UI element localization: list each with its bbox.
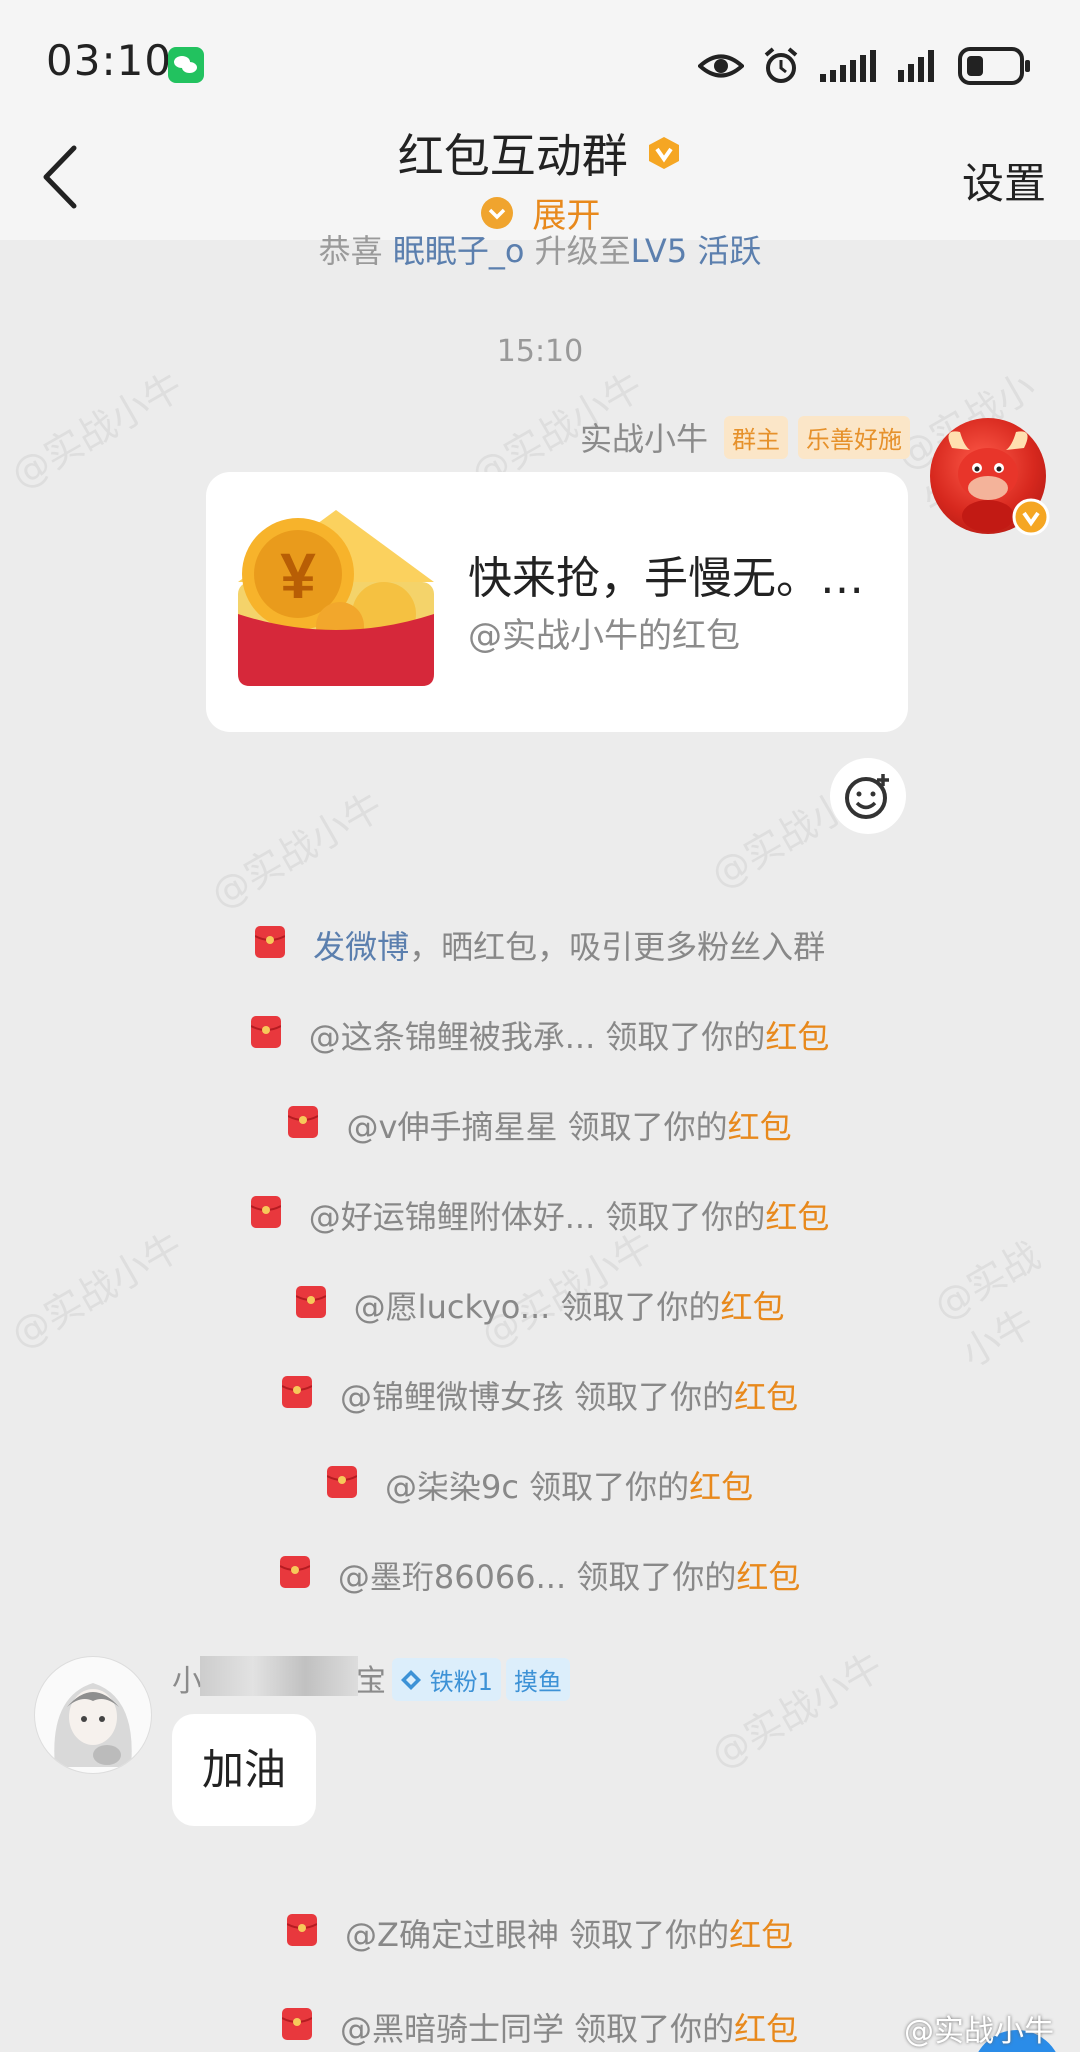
fan-level-tag: 铁粉1 [392, 1658, 501, 1701]
red-packet-title: 快来抢，手慢无。… [468, 553, 864, 604]
red-packet-mini-icon [326, 1466, 357, 1498]
red-packet-mini-icon [281, 2008, 312, 2040]
red-packet-mini-icon [295, 1286, 326, 1318]
red-packet-link[interactable]: 红包 [765, 1018, 829, 1056]
chat-screen: @实战小牛 @实战小牛 @实战小牛 @实战小牛 @实战小牛 @实战小牛 @实战小… [0, 0, 1080, 2052]
red-packet-link[interactable]: 红包 [729, 1916, 793, 1954]
member-name-end: 宝 [356, 1664, 386, 1699]
status-bar: 03:10 [0, 0, 1080, 120]
red-packet-mini-icon [288, 1106, 319, 1138]
system-line-text: @墨珩86066... 领取了你的 [337, 1558, 737, 1596]
system-line-text: @v伸手摘星星 领取了你的 [346, 1108, 728, 1146]
notice-level: LV5 活跃 [630, 232, 762, 270]
group-title: 红包互动群 [0, 120, 1080, 186]
system-line-text: @Z确定过眼神 领取了你的 [345, 1916, 730, 1954]
red-packet-icon: ¥ [238, 510, 434, 686]
signal-icon-1 [820, 50, 876, 82]
system-line-claim: @柒染9c 领取了你的红包 [0, 1462, 1080, 1508]
watermark-text: @实战小牛 [3, 363, 191, 498]
member-message-bubble[interactable]: 加油 [172, 1714, 317, 1826]
group-title-text: 红包互动群 [397, 129, 628, 183]
red-packet-link[interactable]: 红包 [689, 1468, 753, 1506]
chat-header: 红包互动群 展开 设置 [0, 120, 1080, 240]
wechat-notification-icon [168, 47, 204, 83]
system-line-claim: @好运锦鲤附体好... 领取了你的红包 [0, 1192, 1080, 1238]
verified-badge-icon [649, 137, 680, 169]
member-avatar[interactable] [34, 1656, 152, 1774]
system-line-text: @这条锦鲤被我承... 领取了你的 [308, 1018, 766, 1056]
red-packet-card[interactable]: ¥ 快来抢，手慢无。… @实战小牛的红包 [206, 472, 908, 732]
notice-prefix: 恭喜 [318, 232, 393, 270]
honor-tag: 乐善好施 [798, 415, 910, 459]
battery-icon [958, 47, 1030, 85]
owner-sender-line: 实战小牛 群主 乐善好施 [580, 414, 910, 460]
member-title-tag: 摸鱼 [506, 1658, 570, 1701]
level-up-notice: 恭喜 眠眠子_o 升级至LV5 活跃 [0, 226, 1080, 270]
notice-middle: 升级至 [524, 232, 631, 270]
signal-icon-2 [898, 50, 934, 82]
anime-girl-avatar-icon [54, 1683, 132, 1767]
red-packet-link[interactable]: 红包 [734, 2010, 798, 2048]
smile-plus-icon [845, 774, 889, 819]
system-line-claim: @锦鲤微博女孩 领取了你的红包 [0, 1372, 1080, 1418]
system-line-text: @黑暗骑士同学 领取了你的 [339, 2010, 735, 2048]
red-packet-link[interactable]: 红包 [765, 1198, 829, 1236]
red-packet-mini-icon [286, 1914, 317, 1946]
system-line-share: 发微博，晒红包，吸引更多粉丝入群 [0, 922, 1080, 968]
system-line-claim: @愿luckyo... 领取了你的红包 [0, 1282, 1080, 1328]
red-packet-subtitle: @实战小牛的红包 [468, 616, 740, 656]
notice-user[interactable]: 眠眠子_o [393, 232, 525, 270]
red-packet-link[interactable]: 红包 [736, 1558, 800, 1596]
red-packet-link[interactable]: 红包 [728, 1108, 792, 1146]
red-packet-mini-icon [281, 1376, 312, 1408]
message-timestamp: 15:10 [496, 334, 584, 369]
verified-badge-icon [1012, 498, 1050, 536]
chevron-down-icon [480, 196, 513, 229]
watermark-text: @实战小牛 [203, 783, 391, 918]
red-packet-mini-icon [279, 1556, 310, 1588]
diamond-icon [401, 1669, 421, 1690]
status-icons [698, 44, 1032, 88]
red-packet-link[interactable]: 红包 [720, 1288, 784, 1326]
red-packet-mini-icon [250, 1016, 281, 1048]
blurred-name-mask [200, 1656, 358, 1696]
red-packet-link[interactable]: 红包 [734, 1378, 798, 1416]
owner-name: 实战小牛 [579, 420, 708, 458]
system-line-text: @好运锦鲤附体好... 领取了你的 [308, 1198, 766, 1236]
red-packet-mini-icon [250, 1196, 281, 1228]
fan-level-label: 铁粉1 [429, 1668, 493, 1696]
post-weibo-link[interactable]: 发微博 [313, 928, 409, 966]
member-name-start: 小 [172, 1664, 202, 1699]
system-line-text: @柒染9c 领取了你的 [385, 1468, 690, 1506]
add-reaction-button[interactable] [830, 758, 906, 834]
system-line-claim: @这条锦鲤被我承... 领取了你的红包 [0, 1012, 1080, 1058]
system-line-text: ，晒红包，吸引更多粉丝入群 [409, 928, 826, 966]
system-line-text: @锦鲤微博女孩 领取了你的 [339, 1378, 735, 1416]
system-line-claim: @Z确定过眼神 领取了你的红包 [0, 1910, 1080, 1956]
system-line-text: @愿luckyo... 领取了你的 [353, 1288, 721, 1326]
watermark-text: @实战小牛 [703, 1643, 891, 1778]
svg-text:¥: ¥ [280, 540, 316, 612]
settings-button[interactable]: 设置 [962, 150, 1046, 211]
alarm-icon [764, 47, 798, 83]
role-tag-owner: 群主 [724, 415, 788, 459]
red-packet-mini-icon [254, 926, 285, 958]
system-line-claim: @墨珩86066... 领取了你的红包 [0, 1552, 1080, 1598]
system-line-claim: @v伸手摘星星 领取了你的红包 [0, 1102, 1080, 1148]
status-time: 03:10 [46, 36, 173, 85]
eye-icon [698, 54, 744, 78]
source-watermark: @实战小牛 [904, 2014, 1054, 2049]
owner-avatar[interactable] [930, 418, 1050, 536]
